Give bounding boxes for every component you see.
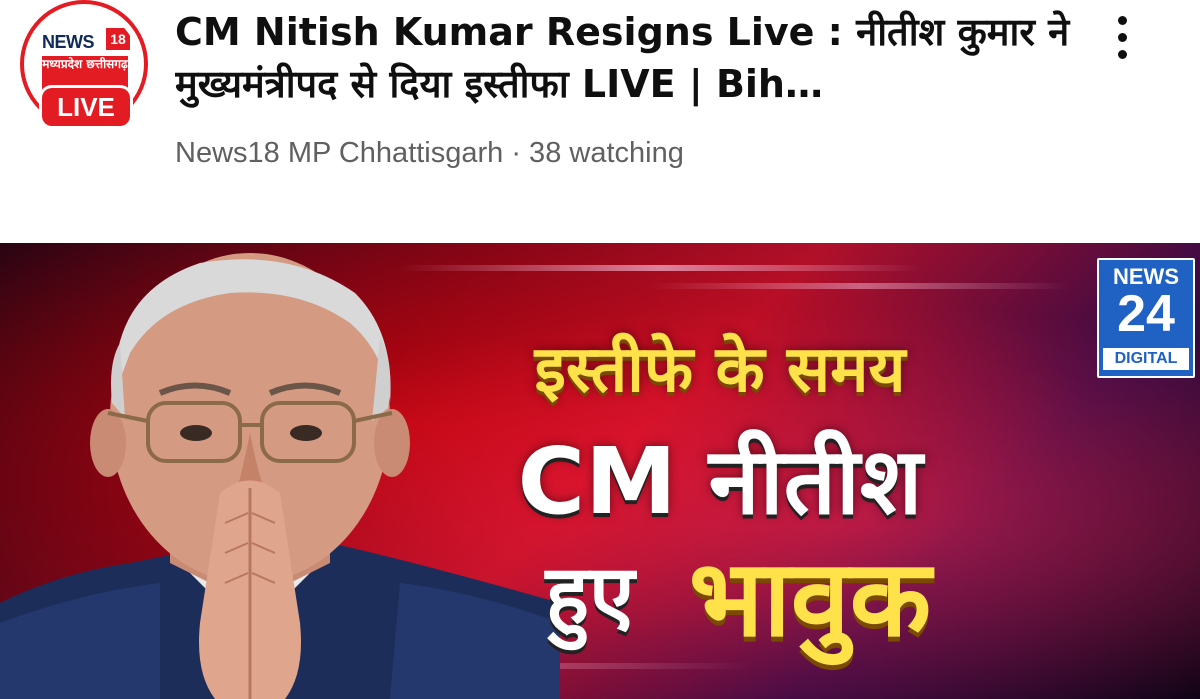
live-badge: LIVE [42,88,130,126]
channel-logo-region: मध्यप्रदेश छत्तीसगढ़ [42,56,128,90]
more-options-icon[interactable] [1100,6,1144,66]
thumbnail-headline-line1: इस्तीफे के समय [534,333,906,407]
light-streak [650,283,1070,289]
thumbnail-headline-line2: CM नीतीश [517,428,923,535]
menu-dot [1118,16,1127,25]
menu-dot [1118,50,1127,59]
video-header: NEWS 18 मध्यप्रदेश छत्तीसगढ़ LIVE CM Nit… [0,0,1200,240]
channel-logo-brand: NEWS [42,32,95,52]
thumbnail-headline-line3b: भावुक [688,537,932,660]
news24-logo-number: 24 [1117,285,1175,343]
video-title[interactable]: CM Nitish Kumar Resigns Live : नीतीश कुम… [175,6,1075,110]
news24-digital-logo: NEWS 24 DIGITAL [1097,258,1195,378]
video-thumbnail[interactable]: NEWS 24 DIGITAL इस्तीफे के समय CM नीतीश … [0,243,1200,699]
menu-dot [1118,33,1127,42]
channel-logo-number: 18 [106,28,130,50]
news24-logo-digital: DIGITAL [1103,348,1189,370]
video-meta[interactable]: News18 MP Chhattisgarh · 38 watching [175,137,684,170]
